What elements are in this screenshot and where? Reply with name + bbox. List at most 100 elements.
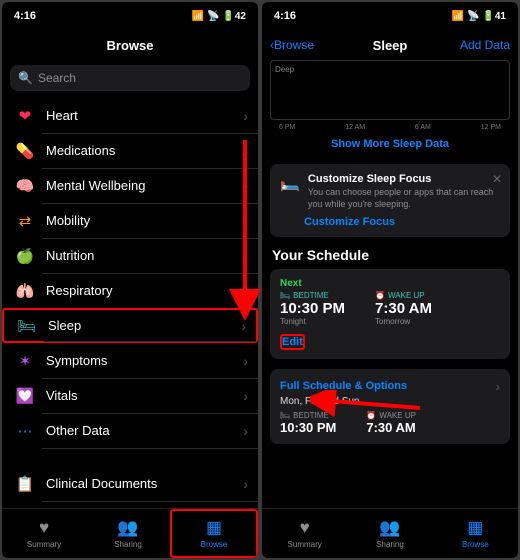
wifi-icon: 📡 xyxy=(467,11,479,22)
back-button[interactable]: ‹ Browse xyxy=(270,38,314,52)
signal-icon: 📶 xyxy=(452,11,464,22)
chevron-right-icon: › xyxy=(243,353,248,369)
chevron-right-icon: › xyxy=(241,318,246,334)
signal-icon: 📶 xyxy=(192,11,204,22)
search-input[interactable]: 🔍 Search xyxy=(10,65,250,91)
people-icon: 👥 xyxy=(379,518,400,538)
sleep-chart[interactable]: Deep 6 PM 12 AM 6 AM 12 PM xyxy=(270,60,510,120)
ellipsis-icon: ⋯ xyxy=(14,420,36,442)
focus-body: You can choose people or apps that can r… xyxy=(308,187,500,210)
heart-icon: ❤︎ xyxy=(14,105,36,127)
customize-focus-link[interactable]: Customize Focus xyxy=(304,216,500,228)
row-other[interactable]: ⋯Other Data› xyxy=(2,413,258,448)
close-icon[interactable]: ✕ xyxy=(492,172,502,186)
lungs-icon: 🫁 xyxy=(14,280,36,302)
bed-icon: 🛏︎ xyxy=(16,315,38,337)
tab-summary[interactable]: ♥Summary xyxy=(262,509,347,558)
grid-icon: ▦ xyxy=(206,518,222,538)
add-data-button[interactable]: Add Data xyxy=(460,38,510,52)
tab-bar: ♥Summary 👥Sharing ▦Browse xyxy=(2,508,258,558)
sleep-content: Deep 6 PM 12 AM 6 AM 12 PM Show More Sle… xyxy=(262,60,518,508)
status-icons: 📶 📡 🔋42 xyxy=(192,11,246,22)
next-label: Next xyxy=(280,278,500,289)
bedtime-value: 10:30 PM xyxy=(280,300,345,317)
row-mobility[interactable]: ⇄Mobility› xyxy=(2,203,258,238)
status-time: 4:16 xyxy=(274,10,296,22)
alarm-icon: ⏰ xyxy=(366,411,376,420)
apple-icon: 🍏 xyxy=(14,245,36,267)
chevron-right-icon: › xyxy=(495,378,500,394)
bedtime-label: 🛏︎BEDTIME xyxy=(280,291,345,300)
row-medications[interactable]: 💊Medications› xyxy=(2,133,258,168)
tab-browse[interactable]: ▦Browse xyxy=(170,509,258,558)
full-schedule-link: Full Schedule & Options xyxy=(280,380,407,392)
tab-browse[interactable]: ▦Browse xyxy=(433,509,518,558)
bed-icon: 🛏︎ xyxy=(280,411,290,420)
vitals-icon: 💟 xyxy=(14,385,36,407)
battery-icon: 🔋42 xyxy=(222,11,246,22)
nav-bar: Browse xyxy=(2,30,258,60)
wakeup-value: 7:30 AM xyxy=(375,300,432,317)
row-clinical[interactable]: 📋Clinical Documents› xyxy=(2,466,258,501)
status-icons: 📶 📡 🔋41 xyxy=(452,11,506,22)
tab-sharing[interactable]: 👥Sharing xyxy=(347,509,432,558)
row-sleep[interactable]: 🛏︎Sleep› xyxy=(2,308,258,343)
chevron-right-icon: › xyxy=(243,388,248,404)
row-heart[interactable]: ❤︎Heart› xyxy=(2,98,258,133)
heart-icon: ♥ xyxy=(300,518,310,538)
status-time: 4:16 xyxy=(14,10,36,22)
tab-bar: ♥Summary 👥Sharing ▦Browse xyxy=(262,508,518,558)
search-icon: 🔍 xyxy=(18,71,33,85)
pills-icon: 💊 xyxy=(14,140,36,162)
status-bar: 4:16 📶 📡 🔋41 xyxy=(262,2,518,30)
chart-deep-label: Deep xyxy=(275,65,294,74)
grid-icon: ▦ xyxy=(467,518,483,538)
page-title: Sleep xyxy=(373,38,408,53)
chart-ticks: 6 PM 12 AM 6 AM 12 PM xyxy=(271,124,509,131)
bed-icon: 🛏︎ xyxy=(280,291,290,300)
clipboard-icon: 📋 xyxy=(14,473,36,495)
row-nutrition[interactable]: 🍏Nutrition› xyxy=(2,238,258,273)
wifi-icon: 📡 xyxy=(207,11,219,22)
bedtime-value: 10:30 PM xyxy=(280,420,336,435)
chevron-right-icon: › xyxy=(243,476,248,492)
wakeup-value: 7:30 AM xyxy=(366,420,416,435)
chevron-right-icon: › xyxy=(243,248,248,264)
heart-icon: ♥ xyxy=(39,518,49,538)
bedtime-sub: Tonight xyxy=(280,317,345,326)
row-vitals[interactable]: 💟Vitals› xyxy=(2,378,258,413)
row-mental[interactable]: 🧠Mental Wellbeing› xyxy=(2,168,258,203)
chevron-right-icon: › xyxy=(243,108,248,124)
nav-bar: ‹ Browse Sleep Add Data xyxy=(262,30,518,60)
alarm-icon: ⏰ xyxy=(375,291,385,300)
show-more-link[interactable]: Show More Sleep Data xyxy=(270,138,510,150)
symptoms-icon: ✶ xyxy=(14,350,36,372)
tab-summary[interactable]: ♥Summary xyxy=(2,509,86,558)
schedule-days: Mon, Fri, and Sun xyxy=(280,396,500,407)
full-schedule-card[interactable]: Full Schedule & Options › Mon, Fri, and … xyxy=(270,369,510,444)
bedtime-label: 🛏︎BEDTIME xyxy=(280,411,336,420)
row-respiratory[interactable]: 🫁Respiratory› xyxy=(2,273,258,308)
focus-title: Customize Sleep Focus xyxy=(308,173,500,185)
mobility-icon: ⇄ xyxy=(14,210,36,232)
schedule-heading: Your Schedule xyxy=(272,247,510,263)
focus-card: ✕ 🛏️ Customize Sleep Focus You can choos… xyxy=(270,164,510,237)
chevron-right-icon: › xyxy=(243,213,248,229)
wakeup-label: ⏰WAKE UP xyxy=(375,291,432,300)
chevron-right-icon: › xyxy=(243,143,248,159)
search-placeholder: Search xyxy=(38,71,76,85)
wakeup-label: ⏰WAKE UP xyxy=(366,411,416,420)
status-bar: 4:16 📶 📡 🔋42 xyxy=(2,2,258,30)
tab-sharing[interactable]: 👥Sharing xyxy=(86,509,170,558)
row-symptoms[interactable]: ✶Symptoms› xyxy=(2,343,258,378)
page-title: Browse xyxy=(107,38,154,53)
people-icon: 👥 xyxy=(117,518,138,538)
chevron-right-icon: › xyxy=(243,283,248,299)
bed-focus-icon: 🛏️ xyxy=(280,173,300,210)
category-list: ❤︎Heart› 💊Medications› 🧠Mental Wellbeing… xyxy=(2,98,258,508)
edit-button[interactable]: Edit xyxy=(280,334,305,350)
brain-icon: 🧠 xyxy=(14,175,36,197)
phone-sleep: 4:16 📶 📡 🔋41 ‹ Browse Sleep Add Data Dee… xyxy=(262,2,518,558)
phone-browse: 4:16 📶 📡 🔋42 Browse 🔍 Search ❤︎Heart› 💊M… xyxy=(2,2,258,558)
chevron-right-icon: › xyxy=(243,178,248,194)
